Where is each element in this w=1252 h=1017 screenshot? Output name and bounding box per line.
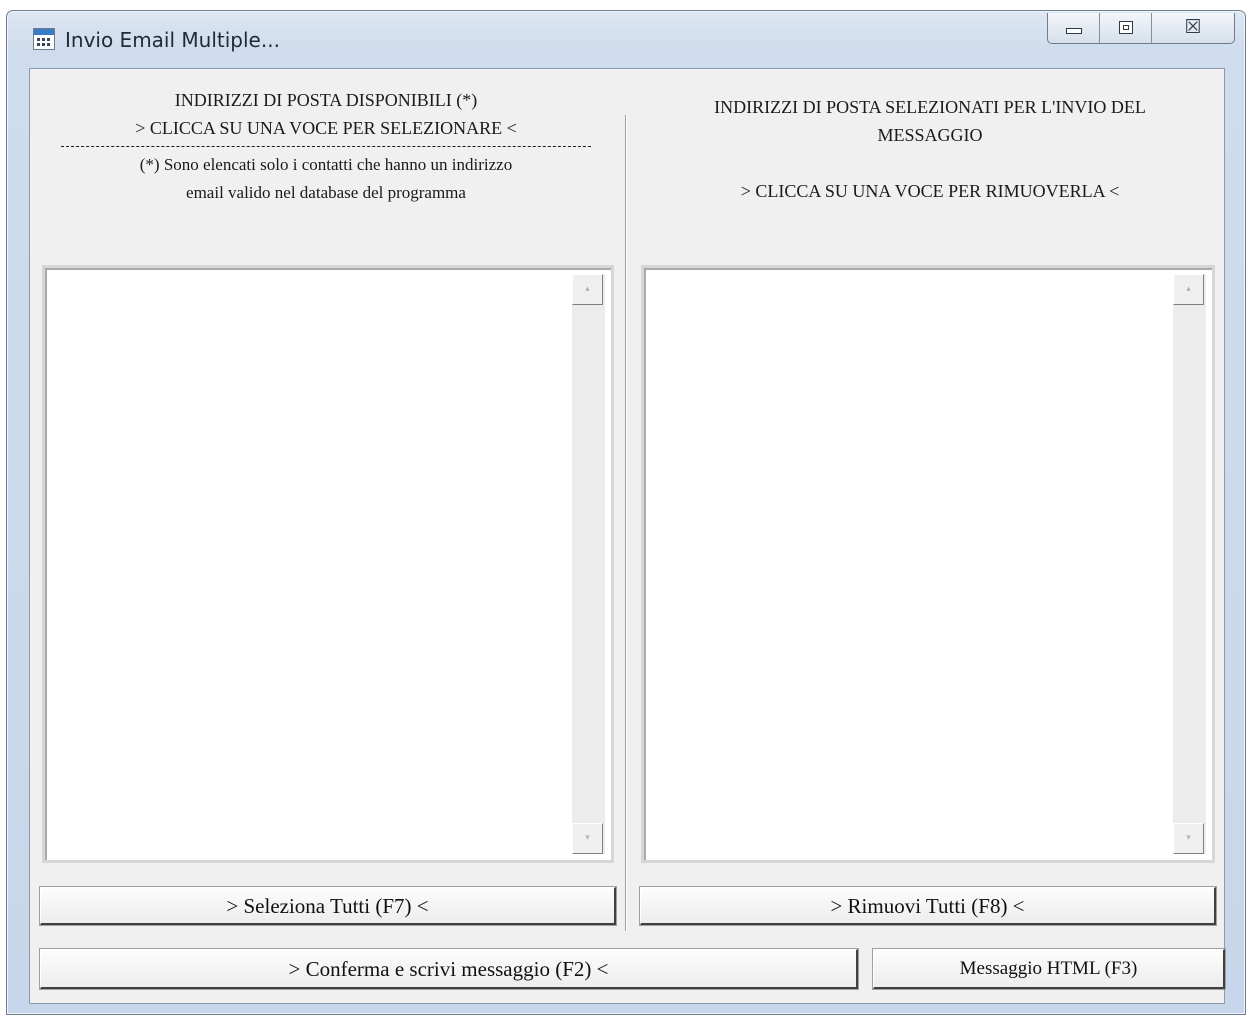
available-addresses-heading: INDIRIZZI DI POSTA DISPONIBILI (*) > CLI… — [42, 86, 610, 207]
available-list-scrollbar[interactable]: ▴ ▾ — [572, 274, 605, 854]
confirm-and-write-button[interactable]: > Conferma e scrivi messaggio (F2) < — [40, 949, 858, 989]
selected-addresses-title-line1: INDIRIZZI DI POSTA SELEZIONATI PER L'INV… — [714, 97, 1146, 117]
selected-list-scrollbar[interactable]: ▴ ▾ — [1173, 274, 1206, 854]
window-title: Invio Email Multiple... — [65, 28, 280, 52]
close-button[interactable]: ☒ — [1152, 13, 1234, 43]
dialog-client-area: INDIRIZZI DI POSTA DISPONIBILI (*) > CLI… — [29, 68, 1225, 1004]
available-addresses-note-line2: email valido nel database del programma — [186, 183, 466, 202]
scroll-down-arrow-icon[interactable]: ▾ — [1173, 823, 1204, 854]
vertical-divider — [625, 115, 627, 931]
scroll-up-arrow-icon[interactable]: ▴ — [572, 274, 603, 305]
scroll-down-arrow-icon[interactable]: ▾ — [572, 823, 603, 854]
select-all-button[interactable]: > Seleziona Tutti (F7) < — [40, 887, 616, 925]
remove-all-button[interactable]: > Rimuovi Tutti (F8) < — [640, 887, 1216, 925]
available-addresses-title: INDIRIZZI DI POSTA DISPONIBILI (*) — [174, 90, 478, 110]
available-addresses-list[interactable]: ▴ ▾ — [42, 265, 614, 863]
selected-addresses-list[interactable]: ▴ ▾ — [641, 265, 1215, 863]
app-window: Invio Email Multiple... ☒ INDIRIZZI DI P… — [6, 10, 1246, 1015]
maximize-button[interactable] — [1100, 13, 1153, 43]
available-addresses-instruction: > CLICCA SU UNA VOCE PER SELEZIONARE < — [135, 118, 517, 138]
minimize-icon — [1065, 28, 1082, 34]
scroll-up-arrow-icon[interactable]: ▴ — [1173, 274, 1204, 305]
dashed-separator — [61, 146, 591, 147]
title-bar[interactable]: Invio Email Multiple... ☒ — [7, 11, 1245, 67]
selected-addresses-title-line2: MESSAGGIO — [877, 125, 983, 145]
minimize-button[interactable] — [1048, 13, 1101, 43]
maximize-icon — [1118, 21, 1133, 34]
close-icon: ☒ — [1184, 16, 1202, 38]
app-window-icon[interactable] — [33, 28, 55, 50]
html-message-button[interactable]: Messaggio HTML (F3) — [873, 949, 1225, 989]
selected-addresses-instruction: > CLICCA SU UNA VOCE PER RIMUOVERLA < — [740, 181, 1120, 201]
available-addresses-note-line1: (*) Sono elencati solo i contatti che ha… — [139, 155, 513, 174]
selected-addresses-heading: INDIRIZZI DI POSTA SELEZIONATI PER L'INV… — [645, 93, 1215, 205]
caption-buttons: ☒ — [1047, 13, 1235, 44]
